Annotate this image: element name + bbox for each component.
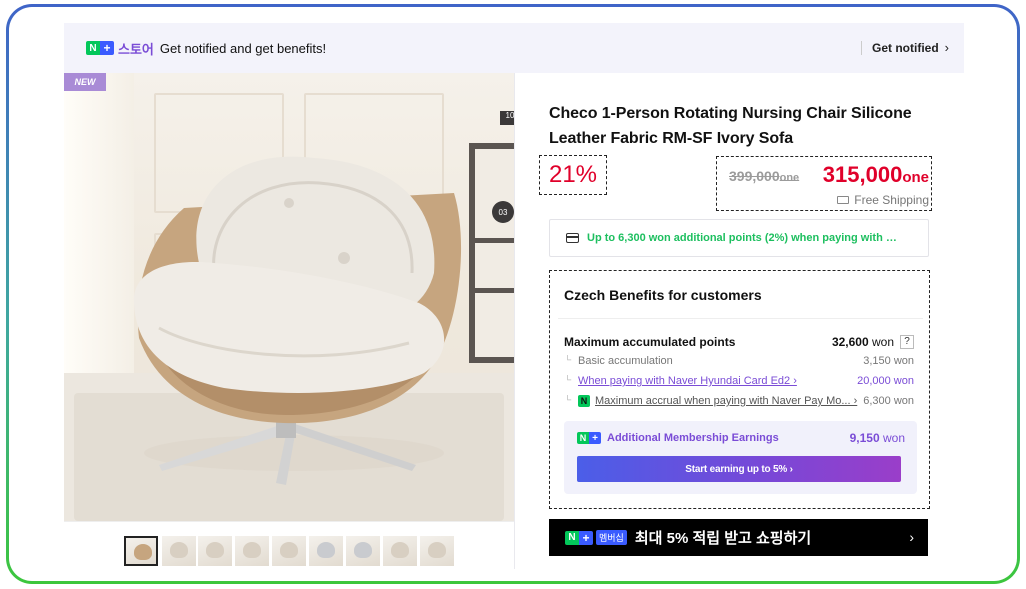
membership-value: 9,150 won <box>849 431 905 445</box>
thumbnail-8[interactable] <box>383 536 417 566</box>
get-notified-button[interactable]: Get notified › <box>872 40 949 55</box>
chevron-right-icon: › <box>909 529 914 545</box>
points-notice-text: Up to 6,300 won additional points (2%) w… <box>587 232 897 244</box>
get-notified-label: Get notified <box>872 40 939 55</box>
plus-icon: + <box>589 432 601 444</box>
membership-section: N + Additional Membership Earnings 9,150… <box>564 421 917 494</box>
membership-row: N + Additional Membership Earnings 9,150… <box>577 431 905 445</box>
truck-icon <box>837 196 850 204</box>
naver-plus-logo: N + <box>565 530 593 545</box>
naver-pay-icon: N <box>578 395 590 408</box>
basic-accumulation-label: Basic accumulation <box>564 355 863 367</box>
points-notice[interactable]: Up to 6,300 won additional points (2%) w… <box>549 219 929 257</box>
thumbnail-3[interactable] <box>198 536 232 566</box>
naver-pay-row[interactable]: N Maximum accrual when paying with Naver … <box>564 392 914 410</box>
thumbnail-6[interactable] <box>309 536 343 566</box>
help-icon[interactable]: ? <box>900 335 914 349</box>
plus-icon: + <box>579 530 593 545</box>
membership-label: Additional Membership Earnings <box>607 432 779 444</box>
product-title: Checo 1-Person Rotating Nursing Chair Si… <box>549 105 912 147</box>
basic-accumulation-row: Basic accumulation 3,150 won <box>564 352 914 370</box>
hyundai-card-value: 20,000 won <box>857 375 914 387</box>
new-badge: NEW <box>64 73 106 91</box>
naver-n-icon: N <box>577 432 589 444</box>
thumbnail-2[interactable] <box>162 536 196 566</box>
chevron-right-icon: › <box>944 40 950 55</box>
promo-text: 최대 5% 적립 받고 쇼핑하기 <box>634 530 812 547</box>
basic-accumulation-value: 3,150 won <box>863 355 914 367</box>
benefits-title: Czech Benefits for customers <box>564 287 762 303</box>
plus-icon: + <box>100 41 114 55</box>
original-price: 399,000one <box>729 168 800 184</box>
naver-n-icon: N <box>565 530 579 545</box>
product-page: N + 스토어 Get notified and get benefits! G… <box>64 23 964 569</box>
card-icon <box>566 233 579 243</box>
thumbnail-9[interactable] <box>420 536 454 566</box>
banner-divider <box>861 41 862 55</box>
thumbnail-7[interactable] <box>346 536 380 566</box>
discount-rate: 21% <box>548 161 598 188</box>
membership-tag: 멤버십 <box>596 530 627 545</box>
shipping-info: Free Shipping <box>837 193 929 207</box>
naver-pay-value: 6,300 won <box>863 395 914 407</box>
banner-message: Get notified and get benefits! <box>159 40 327 56</box>
membership-promo-banner[interactable]: N + 멤버십 최대 5% 적립 받고 쇼핑하기 › <box>549 519 928 556</box>
start-earning-button[interactable]: Start earning up to 5% › <box>577 456 901 482</box>
hyundai-card-row[interactable]: When paying with Naver Hyundai Card Ed2 … <box>564 372 914 390</box>
store-label: 스토어 <box>118 41 154 57</box>
hyundai-card-link[interactable]: When paying with Naver Hyundai Card Ed2 … <box>578 375 797 387</box>
price-highlight: 399,000one 315,000one Free Shipping <box>716 156 932 211</box>
naver-n-icon: N <box>86 41 100 55</box>
discount-highlight: 21% <box>539 155 607 195</box>
naver-pay-link[interactable]: Maximum accrual when paying with Naver P… <box>595 395 857 407</box>
product-main-image[interactable]: 03 10 NEW <box>64 73 514 521</box>
thumbnail-strip <box>64 521 514 569</box>
naver-plus-logo: N + <box>577 432 601 444</box>
max-points-value: 32,600 won <box>831 335 894 349</box>
benefits-divider <box>558 318 923 319</box>
chair-illustration <box>133 156 462 485</box>
max-points-label: Maximum accumulated points <box>564 335 736 349</box>
naver-plus-logo: N + 스토어 <box>86 39 154 58</box>
customer-benefits-panel: Czech Benefits for customers Maximum acc… <box>549 270 930 509</box>
max-points-row: Maximum accumulated points 32,600 won ? <box>564 333 914 351</box>
notification-banner: N + 스토어 Get notified and get benefits! G… <box>64 23 964 73</box>
column-divider <box>514 73 515 569</box>
sale-price: 315,000one <box>822 162 929 187</box>
thumbnail-1[interactable] <box>124 536 158 566</box>
thumbnail-4[interactable] <box>235 536 269 566</box>
thumbnail-5[interactable] <box>272 536 306 566</box>
shipping-label: Free Shipping <box>854 193 929 207</box>
